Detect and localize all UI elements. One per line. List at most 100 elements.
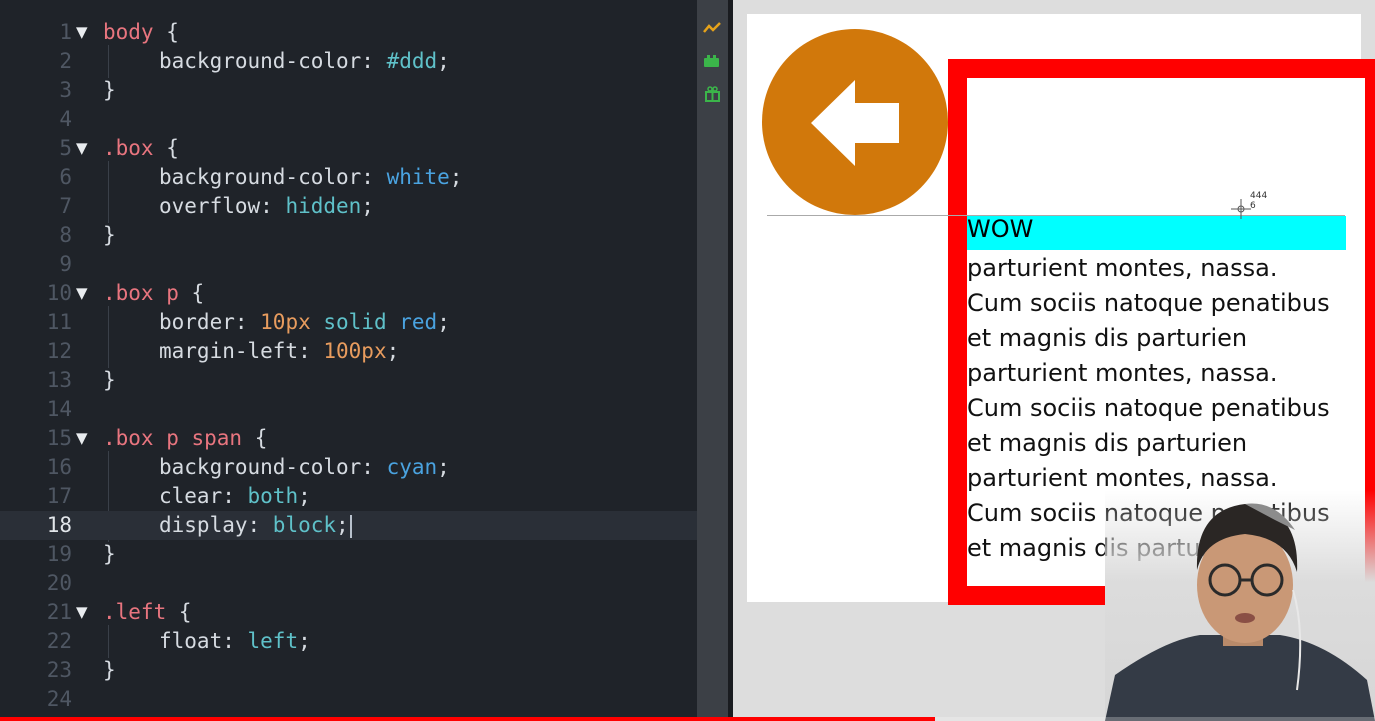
code-line[interactable]: 8} [0, 221, 697, 250]
gift-icon[interactable] [703, 86, 722, 102]
code-line[interactable]: 14 [0, 395, 697, 424]
code-line[interactable]: 22 float: left; [0, 627, 697, 656]
fold-toggle-icon[interactable]: ▼ [76, 279, 88, 308]
code-line[interactable]: 1 ▼ body { [0, 18, 697, 47]
code-line[interactable]: 16 background-color: cyan; [0, 453, 697, 482]
coord-y: 6 [1250, 201, 1256, 211]
line-number: 17 [46, 484, 72, 508]
line-number: 23 [46, 658, 72, 682]
code-line[interactable]: 21 ▼ .left { [0, 598, 697, 627]
video-progress-fill [0, 717, 935, 721]
code-token: .box [103, 136, 154, 160]
code-line[interactable]: 18 display: block; [0, 511, 697, 540]
fold-toggle-icon[interactable]: ▼ [76, 424, 88, 453]
code-line[interactable]: 2 background-color: #ddd; [0, 47, 697, 76]
arrow-left-icon [811, 80, 899, 166]
code-text: .box p span { [103, 424, 267, 453]
line-number: 7 [59, 194, 72, 218]
crosshair-icon [1231, 199, 1251, 219]
code-line[interactable]: 13} [0, 366, 697, 395]
code-token: ; [386, 339, 400, 363]
line-number: 10 [46, 281, 72, 305]
code-token: { [242, 426, 268, 450]
line-number: 20 [46, 571, 72, 595]
code-token: ; [298, 629, 311, 653]
line-number: 13 [46, 368, 72, 392]
code-text: float: left; [159, 627, 311, 656]
code-text: } [103, 221, 116, 250]
code-line[interactable]: 12 margin-left: 100px; [0, 337, 697, 366]
code-text: margin-left: 100px; [159, 337, 399, 366]
code-text: clear: both; [159, 482, 311, 511]
code-token: ; [437, 455, 450, 479]
cursor-coordinates: 444 6 [1250, 191, 1267, 211]
code-token: .box p [103, 281, 179, 305]
tool-strip [697, 0, 728, 721]
code-line[interactable]: 9 [0, 250, 697, 279]
code-token: margin-left: [159, 339, 324, 363]
code-text: } [103, 540, 116, 569]
code-line[interactable]: 19} [0, 540, 697, 569]
line-number: 21 [46, 600, 72, 624]
fold-toggle-icon[interactable]: ▼ [76, 598, 88, 627]
code-token: .left [103, 600, 167, 624]
code-line[interactable]: 24 [0, 685, 697, 714]
code-token: left [247, 629, 299, 653]
code-token: white [386, 165, 450, 189]
code-token: { [153, 136, 179, 160]
line-number: 2 [59, 49, 72, 73]
code-token: { [178, 281, 205, 305]
line-number: 9 [59, 252, 72, 276]
line-number: 11 [46, 310, 72, 334]
car-icon[interactable] [703, 53, 722, 69]
code-text: } [103, 76, 116, 105]
code-token: } [103, 658, 116, 682]
fold-toggle-icon[interactable]: ▼ [76, 134, 88, 163]
code-text: } [103, 656, 116, 685]
code-token: clear: [159, 484, 248, 508]
code-line[interactable]: 7 overflow: hidden; [0, 192, 697, 221]
code-line[interactable]: 6 background-color: white; [0, 163, 697, 192]
span-text: WOW [967, 215, 1034, 243]
presenter-avatar [1105, 503, 1375, 721]
code-token: } [103, 542, 116, 566]
line-number: 6 [59, 165, 72, 189]
code-token: .box p span [103, 426, 243, 450]
code-line[interactable]: 4 [0, 105, 697, 134]
line-number: 3 [59, 78, 72, 102]
paragraph-line: Cum sociis natoque penatibus [967, 289, 1330, 317]
chart-line-icon[interactable] [703, 20, 722, 36]
code-token: background-color: [159, 165, 387, 189]
code-line[interactable]: 3} [0, 76, 697, 105]
code-token: background-color: [159, 455, 387, 479]
line-number: 22 [46, 629, 72, 653]
paragraph-line: et magnis dis parturien [967, 429, 1248, 457]
code-editor[interactable]: 1 ▼ body {2 background-color: #ddd; 3} 4 5 ▼ .bo… [0, 0, 697, 721]
code-token: 10px [260, 310, 311, 334]
video-progress-bar[interactable] [0, 717, 1375, 721]
line-number: 19 [46, 542, 72, 566]
code-token: ; [449, 165, 463, 189]
code-line[interactable]: 15 ▼ .box p span { [0, 424, 697, 453]
code-token: both [247, 484, 299, 508]
line-number: 24 [46, 687, 72, 711]
left-float-circle [762, 29, 948, 215]
code-line[interactable]: 20 [0, 569, 697, 598]
fold-toggle-icon[interactable]: ▼ [76, 18, 88, 47]
line-number: 8 [59, 223, 72, 247]
guide-line [767, 215, 1345, 216]
code-text: display: block; [159, 511, 352, 540]
code-line[interactable]: 23} [0, 656, 697, 685]
code-token: solid [323, 310, 387, 334]
code-line[interactable]: 5 ▼ .box { [0, 134, 697, 163]
code-token: ; [336, 513, 349, 537]
code-token: ; [437, 310, 450, 334]
code-line[interactable]: 17 clear: both; [0, 482, 697, 511]
code-token: ; [437, 49, 450, 73]
code-line[interactable]: 11 border: 10px solid red; [0, 308, 697, 337]
code-token: float: [159, 629, 248, 653]
code-line[interactable]: 10 ▼ .box p { [0, 279, 697, 308]
webcam-overlay [1105, 490, 1375, 721]
code-token: ; [298, 484, 311, 508]
